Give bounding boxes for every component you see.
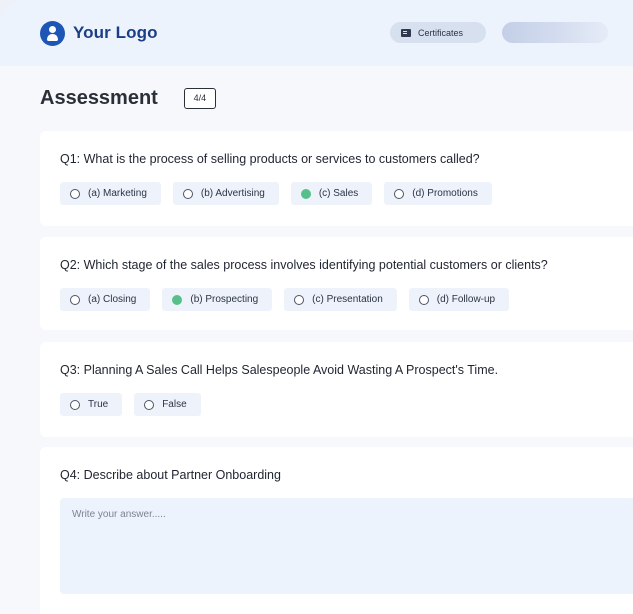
progress-badge: 4/4 [183, 87, 216, 109]
question-card-2: Q2: Which stage of the sales process inv… [40, 237, 633, 330]
radio-icon [394, 188, 405, 199]
option-label: (a) Closing [88, 294, 137, 305]
option-sales[interactable]: (c) Sales [290, 182, 373, 205]
logo-user-icon [40, 20, 65, 46]
option-label: (a) Marketing [88, 188, 147, 199]
radio-checked-icon [300, 188, 311, 199]
logo[interactable]: Your Logo [40, 20, 158, 46]
question-options: (a) Marketing (b) Advertising (c) Sales … [60, 182, 492, 205]
answer-textarea[interactable] [60, 498, 633, 594]
logo-icon-head [49, 25, 56, 33]
option-prospecting[interactable]: (b) Prospecting [162, 288, 273, 311]
option-label: (b) Advertising [200, 188, 265, 199]
question-card-1: Q1: What is the process of selling produ… [40, 131, 633, 226]
radio-icon [70, 294, 80, 305]
title-row: Assessment 4/4 [0, 87, 633, 109]
question-options: (a) Closing (b) Prospecting (c) Presenta… [60, 288, 510, 311]
certificates-button[interactable]: Certificates [390, 22, 486, 43]
option-marketing[interactable]: (a) Marketing [60, 182, 161, 205]
option-label: (c) Sales [318, 188, 359, 199]
option-promotions[interactable]: (d) Promotions [384, 182, 492, 205]
option-presentation[interactable]: (c) Presentation [284, 288, 397, 311]
page-title: Assessment [40, 86, 158, 109]
question-text: Q1: What is the process of selling produ… [60, 152, 480, 166]
radio-icon [70, 399, 80, 410]
top-header: Your Logo Certificates [0, 0, 633, 66]
radio-icon [144, 399, 155, 410]
option-closing[interactable]: (a) Closing [60, 288, 151, 311]
radio-icon [182, 188, 193, 199]
option-label: False [162, 399, 187, 410]
option-true[interactable]: True [60, 393, 123, 416]
question-card-3: Q3: Planning A Sales Call Helps Salespeo… [40, 342, 633, 437]
option-label: True [88, 399, 109, 410]
radio-icon [294, 294, 305, 305]
option-false[interactable]: False [134, 393, 201, 416]
question-options: True False [60, 393, 201, 416]
question-text: Q2: Which stage of the sales process inv… [60, 258, 548, 272]
option-label: (c) Presentation [312, 294, 383, 305]
option-advertising[interactable]: (b) Advertising [172, 182, 279, 205]
logo-text: Your Logo [73, 23, 158, 42]
option-label: (b) Prospecting [190, 294, 259, 305]
radio-checked-icon [172, 294, 183, 305]
certificates-label: Certificates [418, 27, 464, 38]
option-label: (d) Follow-up [436, 294, 496, 305]
question-text: Q3: Planning A Sales Call Helps Salespeo… [60, 363, 499, 377]
option-follow-up[interactable]: (d) Follow-up [408, 288, 510, 311]
logo-icon-body [47, 33, 58, 41]
option-label: (d) Promotions [412, 188, 478, 199]
question-text: Q4: Describe about Partner Onboarding [60, 468, 281, 482]
radio-icon [418, 294, 429, 305]
app-frame: Your Logo Certificates Assessment 4/4 Q1… [0, 0, 633, 614]
radio-icon [70, 188, 80, 199]
profile-menu[interactable] [502, 22, 608, 43]
certificate-icon [401, 28, 411, 37]
question-card-4: Q4: Describe about Partner Onboarding [40, 447, 633, 614]
